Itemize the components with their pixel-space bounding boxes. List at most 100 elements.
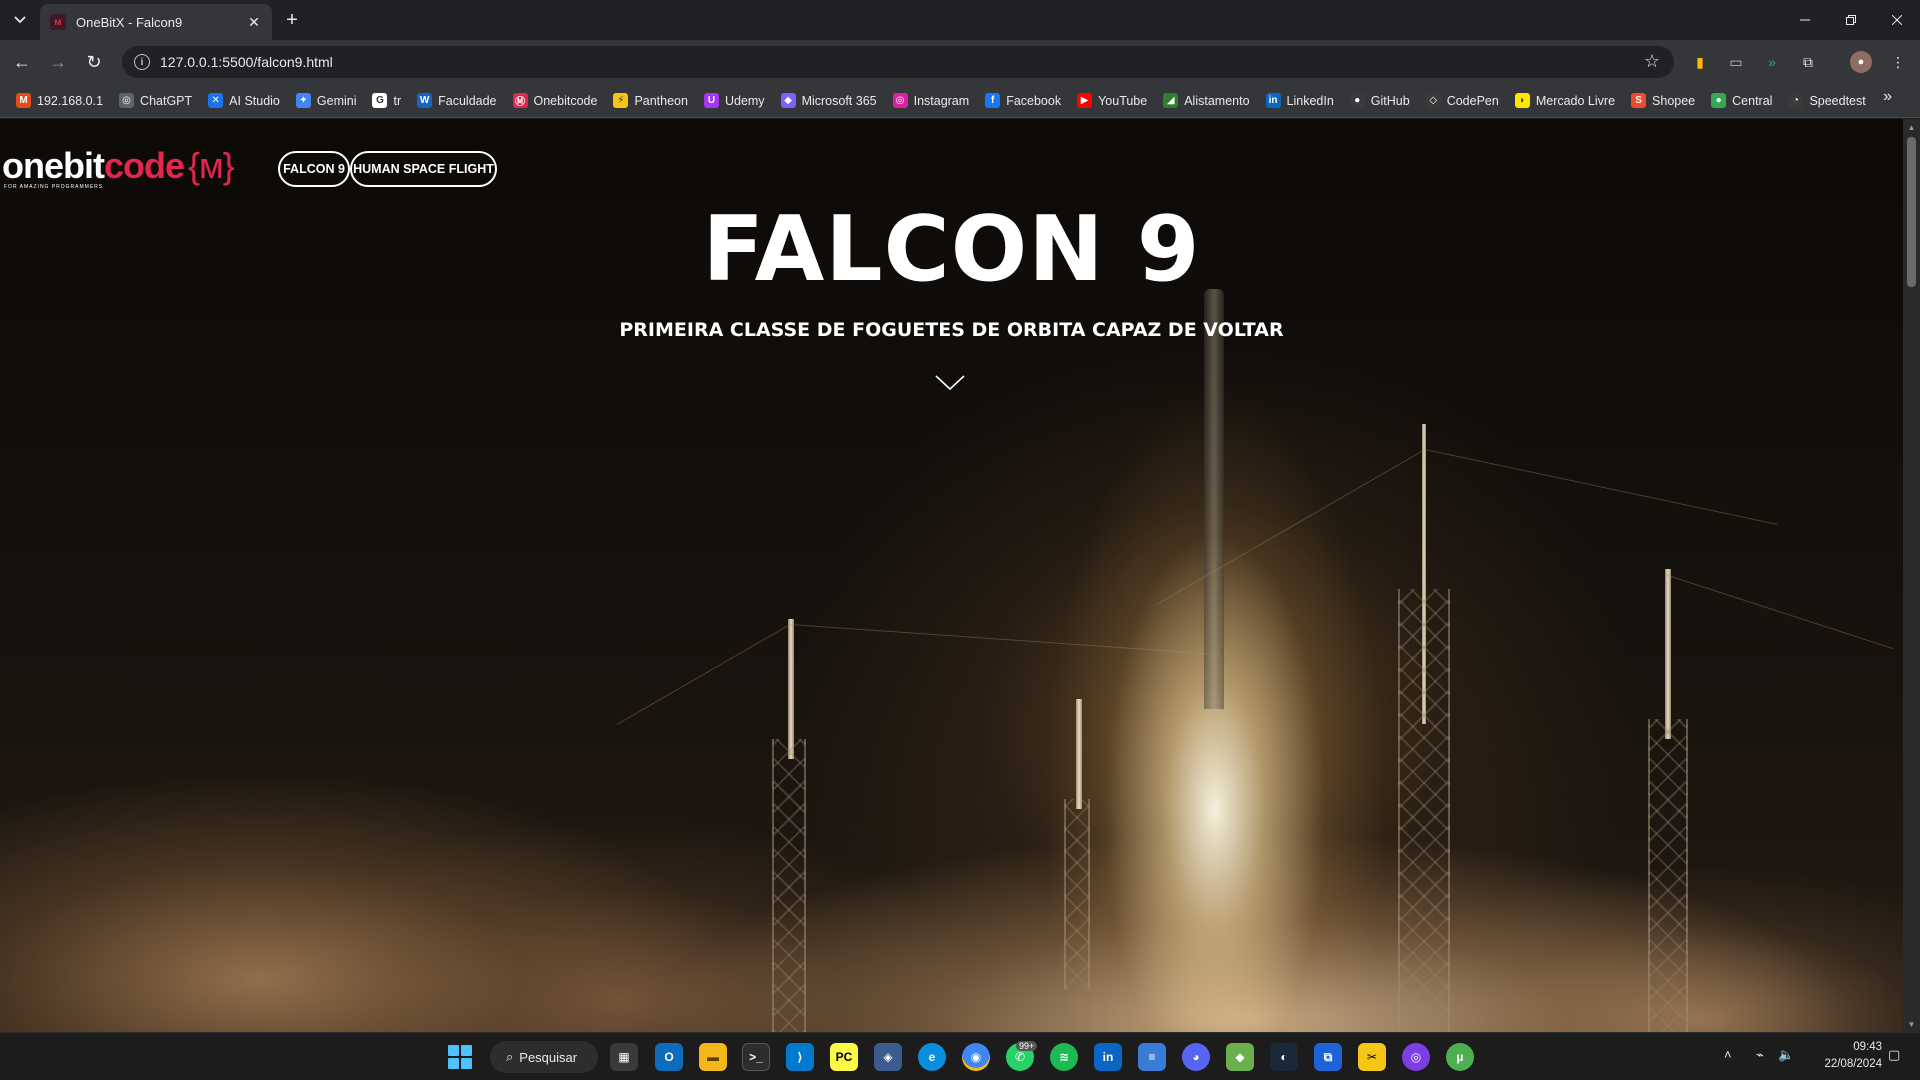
extensions-puzzle-icon[interactable]: ⧉ [1798, 52, 1818, 72]
bookmarks-bar: M 192.168.0.1 ◎ ChatGPT ✕ AI Studio ✦ Gemini Gtr… [0, 84, 1920, 118]
tower-lattice-center [1064, 799, 1090, 989]
github-icon: ● [1349, 93, 1365, 108]
reload-button[interactable]: ↻ [80, 48, 108, 76]
close-window-button[interactable] [1874, 0, 1920, 40]
taskbar-clock[interactable]: 09:43 22/08/2024 [1824, 1039, 1882, 1073]
minimize-window-button[interactable] [1782, 0, 1828, 40]
bookmark-star-icon[interactable]: ☆ [1644, 51, 1660, 72]
tower-lattice-left [772, 739, 806, 1032]
alistamento-icon: ◢ [1163, 93, 1179, 108]
bookmark-item[interactable]: f Facebook [977, 88, 1069, 114]
network-icon[interactable]: ⌁ [1756, 1047, 1764, 1063]
bookmark-item[interactable]: ◔ Speedtest [1780, 88, 1873, 114]
scroll-down-chevron-icon[interactable] [935, 373, 965, 393]
bookmark-item[interactable]: ◇ CodePen [1418, 88, 1507, 114]
bookmark-label: CodePen [1446, 93, 1499, 108]
bookmark-item[interactable]: ◎ Instagram [885, 88, 978, 114]
scroll-up-arrow-icon[interactable]: ▲ [1903, 119, 1920, 135]
windows-taskbar: ⌕ Pesquisar ▦ O ▬ >_ ⟩ PC ◈ e ◉ ✆ 99+ ≋ … [0, 1032, 1920, 1080]
address-bar[interactable]: i 127.0.0.1:5500/falcon9.html ☆ [122, 46, 1674, 78]
scrollbar-thumb[interactable] [1907, 137, 1916, 287]
arrow-left-icon: ← [13, 51, 31, 72]
bluestacks-icon[interactable]: ◆ [1226, 1043, 1254, 1071]
tor-browser-icon[interactable]: ◎ [1402, 1043, 1430, 1071]
outlook-icon[interactable]: O [655, 1043, 683, 1071]
page-scrollbar[interactable]: ▲ ▼ [1903, 119, 1920, 1032]
notepad-icon[interactable]: ≡ [1138, 1043, 1166, 1071]
vscode-icon[interactable]: ⟩ [786, 1043, 814, 1071]
bookmark-item[interactable]: U Udemy [696, 88, 773, 114]
bookmark-item[interactable]: ◗ Mercado Livre [1507, 88, 1623, 114]
bookmark-item[interactable]: Ⓜ Onebitcode [505, 88, 606, 114]
bookmark-item[interactable]: ● GitHub [1342, 88, 1418, 114]
chrome-icon[interactable]: ◉ [962, 1043, 990, 1071]
logo-tagline: FOR AMAZING PROGRAMMERS [4, 184, 104, 190]
extension-cast-icon[interactable]: ▭ [1726, 52, 1746, 72]
clock-date: 22/08/2024 [1824, 1058, 1882, 1070]
nav-link-human-space-flight[interactable]: HUMAN SPACE FLIGHT [350, 151, 497, 187]
edge-icon[interactable]: e [918, 1043, 946, 1071]
bookmark-item[interactable]: ⚡ Pantheon [605, 88, 696, 114]
close-tab-icon[interactable]: ✕ [246, 14, 262, 30]
discord-icon[interactable]: ◕ [1182, 1043, 1210, 1071]
cable-line [1156, 449, 1426, 605]
pantheon-icon: ⚡ [613, 93, 629, 108]
onebitcode-logo[interactable]: onebitcode {ᴍ} [2, 145, 235, 187]
bookmark-item[interactable]: M 192.168.0.1 [8, 88, 111, 114]
instagram-icon: ◎ [892, 93, 908, 108]
bookmark-label: ChatGPT [140, 93, 193, 108]
bookmark-item[interactable]: ▶ YouTube [1069, 88, 1155, 114]
codepen-icon: ◇ [1425, 93, 1441, 108]
spotify-icon[interactable]: ≋ [1050, 1043, 1078, 1071]
remote-desktop-icon[interactable]: ⧉ [1314, 1043, 1342, 1071]
lightning-tower-far-right [1665, 569, 1671, 739]
terminal-icon[interactable]: >_ [742, 1043, 770, 1071]
bookmarks-overflow-icon[interactable]: » [1883, 88, 1892, 106]
file-explorer-icon[interactable]: ▬ [699, 1043, 727, 1071]
extension-wallet-icon[interactable]: ▮ [1690, 52, 1710, 72]
bookmark-item[interactable]: Gtr [364, 88, 409, 114]
bookmark-item[interactable]: ● Central [1703, 88, 1780, 114]
tower-lattice-far-right [1648, 719, 1688, 1032]
new-tab-button[interactable]: + [280, 8, 304, 32]
notifications-icon[interactable]: ▢ [1888, 1047, 1900, 1063]
active-tab[interactable]: ᴍ OneBitX - Falcon9 ✕ [40, 4, 272, 40]
utorrent-icon[interactable]: µ [1446, 1043, 1474, 1071]
site-header: onebitcode {ᴍ} FOR AMAZING PROGRAMMERS FA… [0, 119, 1903, 199]
taskbar-search-box[interactable]: ⌕ Pesquisar [490, 1041, 598, 1073]
bookmark-item[interactable]: ◎ ChatGPT [111, 88, 200, 114]
back-button[interactable]: ← [8, 48, 36, 76]
bookmark-label: YouTube [1098, 93, 1148, 108]
nav-link-falcon9[interactable]: FALCON 9 [278, 151, 350, 187]
restore-window-button[interactable] [1828, 0, 1874, 40]
search-icon: ⌕ [506, 1049, 514, 1064]
browser-menu-icon[interactable]: ⋮ [1888, 52, 1908, 72]
bookmark-item[interactable]: W Faculdade [409, 88, 504, 114]
bookmark-item[interactable]: in LinkedIn [1258, 88, 1342, 114]
url-text[interactable]: 127.0.0.1:5500/falcon9.html [160, 54, 333, 70]
tab-search-button[interactable] [8, 8, 32, 32]
mysql-workbench-icon[interactable]: ◈ [874, 1043, 902, 1071]
google-icon: G [372, 93, 388, 108]
snipping-tool-icon[interactable]: ✂ [1358, 1043, 1386, 1071]
bookmark-item[interactable]: ◆ Microsoft 365 [773, 88, 885, 114]
bookmark-item[interactable]: ✕ AI Studio [200, 88, 288, 114]
windows-start-icon[interactable] [448, 1045, 472, 1069]
linkedin-icon[interactable]: in [1094, 1043, 1122, 1071]
extension-arrows-icon[interactable]: » [1762, 52, 1782, 72]
tray-overflow-chevron-icon[interactable]: ˄ [1724, 1047, 1732, 1062]
volume-icon[interactable]: 🔈 [1778, 1047, 1794, 1063]
scroll-down-arrow-icon[interactable]: ▼ [1903, 1016, 1920, 1032]
lightning-tower-left [788, 619, 794, 759]
microsoft-store-icon[interactable]: ▦ [610, 1043, 638, 1071]
bookmark-item[interactable]: ✦ Gemini [288, 88, 365, 114]
site-info-icon[interactable]: i [134, 54, 150, 70]
bookmark-item[interactable]: S Shopee [1623, 88, 1703, 114]
steam-icon[interactable]: ◐ [1270, 1043, 1298, 1071]
forward-button[interactable]: → [44, 48, 72, 76]
bookmark-item[interactable]: ◢ Alistamento [1155, 88, 1257, 114]
pycharm-icon[interactable]: PC [830, 1043, 858, 1071]
profile-avatar[interactable]: ● [1850, 51, 1872, 73]
router-icon: M [16, 93, 31, 108]
linkedin-icon: in [1265, 93, 1281, 108]
